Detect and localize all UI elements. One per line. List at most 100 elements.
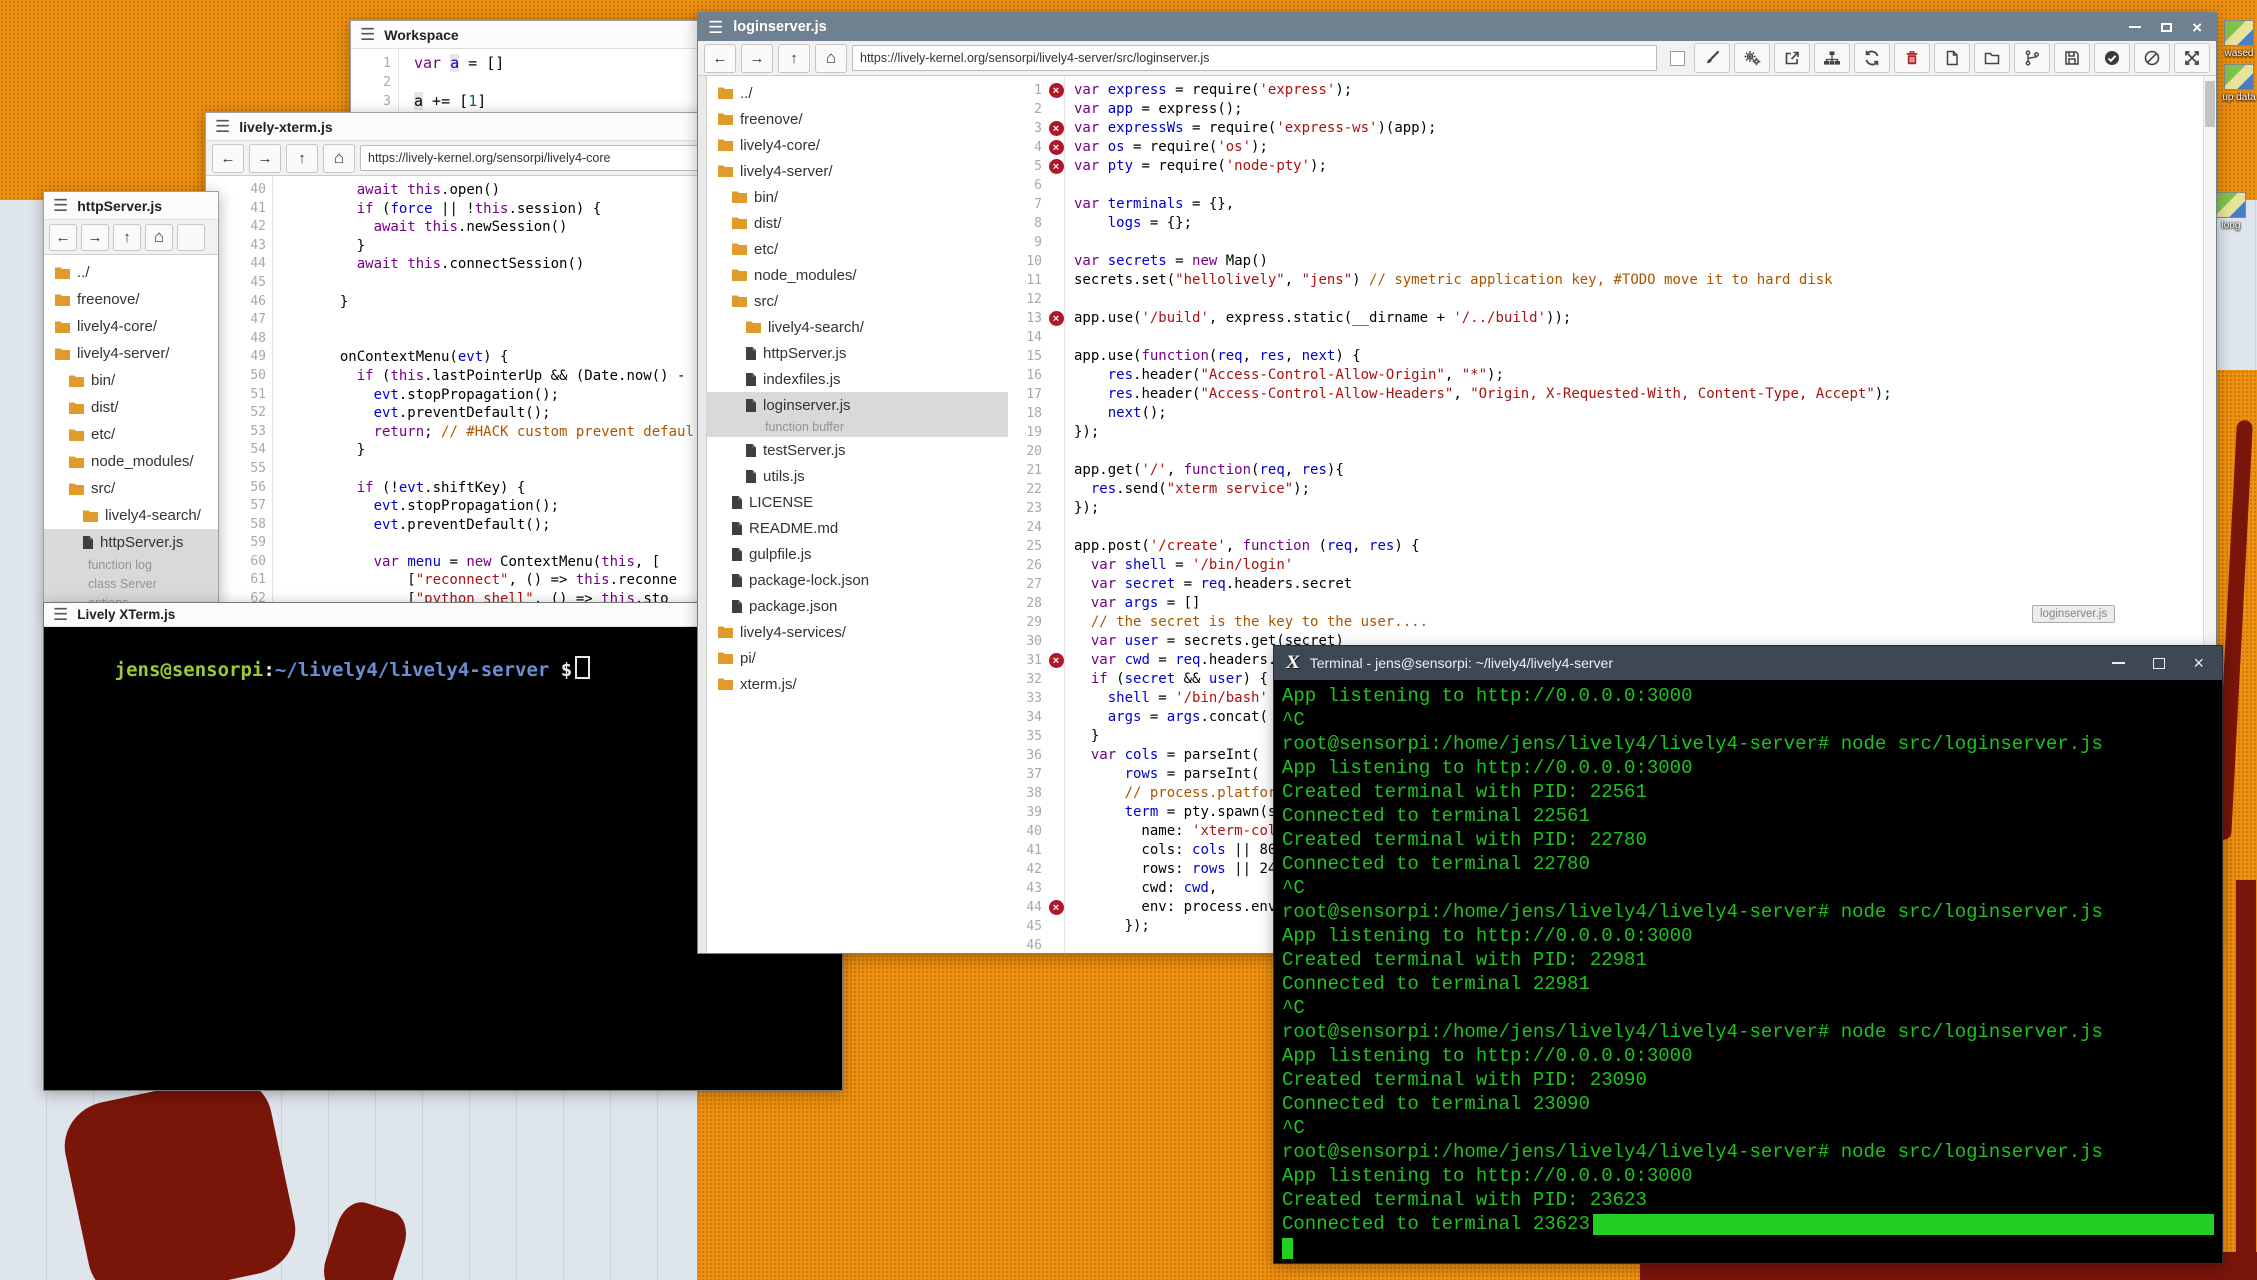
tree-item-httpserver-js[interactable]: httpServer.js [707, 340, 1008, 366]
desktop-icon[interactable]: up data [2222, 64, 2256, 103]
open-external-button[interactable] [1774, 43, 1810, 73]
tree-item-gulpfile-js[interactable]: gulpfile.js [707, 541, 1008, 567]
tree-item-loginserver-js[interactable]: loginserver.js [707, 392, 1008, 418]
toolbar-checkbox[interactable] [1670, 51, 1685, 66]
tree-item-lively4-server[interactable]: lively4-server/ [44, 340, 218, 367]
cancel-button[interactable] [2134, 43, 2170, 73]
tree-item-sublabel[interactable]: function log [44, 556, 218, 575]
minimize-icon[interactable] [2112, 662, 2125, 664]
menu-icon[interactable]: ☰ [53, 606, 68, 623]
accept-button[interactable] [2094, 43, 2130, 73]
tree-item-lively4-search[interactable]: lively4-search/ [707, 314, 1008, 340]
error-marker-icon[interactable]: × [1049, 900, 1064, 915]
tree-item-freenove[interactable]: freenove/ [44, 286, 218, 313]
error-marker-icon[interactable]: × [1049, 159, 1064, 174]
lively-xterm-code-editor[interactable]: 40 await this.open()41 if (force || !thi… [206, 176, 766, 604]
tree-item-package-lock-json[interactable]: package-lock.json [707, 567, 1008, 593]
home-button[interactable]: ⌂ [145, 224, 173, 251]
tree-item-src[interactable]: src/ [44, 475, 218, 502]
delete-button[interactable] [1894, 43, 1930, 73]
tree-item-lively4-server[interactable]: lively4-server/ [707, 158, 1008, 184]
line-number: 15 [1008, 347, 1047, 366]
up-button[interactable]: ↑ [778, 44, 810, 73]
tree-item-testserver-js[interactable]: testServer.js [707, 437, 1008, 463]
tree-item-package-json[interactable]: package.json [707, 593, 1008, 619]
forward-button[interactable]: → [741, 44, 773, 73]
scrollbar-thumb[interactable] [2205, 81, 2215, 127]
save-button[interactable] [2054, 43, 2090, 73]
new-folder-button[interactable] [1974, 43, 2010, 73]
tree-item-label: README.md [749, 520, 838, 537]
close-icon[interactable]: × [2193, 654, 2204, 672]
tree-item-[interactable]: ../ [44, 259, 218, 286]
tree-item-etc[interactable]: etc/ [44, 421, 218, 448]
window-title: httpServer.js [77, 198, 162, 214]
tree-item-indexfiles-js[interactable]: indexfiles.js [707, 366, 1008, 392]
tree-item-xterm-js[interactable]: xterm.js/ [707, 671, 1008, 697]
forward-button[interactable]: → [249, 144, 281, 173]
tree-item-bin[interactable]: bin/ [707, 184, 1008, 210]
new-file-button[interactable] [1934, 43, 1970, 73]
sitemap-button[interactable] [1814, 43, 1850, 73]
terminal-titlebar[interactable]: X Terminal - jens@sensorpi: ~/lively4/li… [1274, 646, 2222, 680]
back-button[interactable]: ← [704, 44, 736, 73]
desktop-icon[interactable]: wased [2222, 20, 2256, 59]
terminal-screen[interactable]: App listening to http://0.0.0.0:3000^Cro… [1274, 680, 2222, 1263]
tree-item-dist[interactable]: dist/ [707, 210, 1008, 236]
maximize-icon[interactable] [2161, 23, 2172, 32]
beautify-button[interactable] [1694, 43, 1730, 73]
back-button[interactable]: ← [49, 224, 77, 251]
terminal-line: App listening to http://0.0.0.0:3000 [1282, 756, 2214, 780]
tree-item-httpserver-js[interactable]: httpServer.js [44, 529, 218, 556]
desktop-icon[interactable]: long [2214, 192, 2248, 231]
tree-scrollbar[interactable] [698, 76, 707, 953]
back-button[interactable]: ← [212, 144, 244, 173]
menu-icon[interactable]: ☰ [360, 26, 375, 43]
maximize-icon[interactable] [2153, 658, 2165, 669]
tree-item-lively4-services[interactable]: lively4-services/ [707, 619, 1008, 645]
tree-item-sublabel[interactable]: class Server [44, 575, 218, 594]
tree-item-bin[interactable]: bin/ [44, 367, 218, 394]
menu-icon[interactable]: ☰ [215, 118, 230, 135]
up-button[interactable]: ↑ [113, 224, 141, 251]
menu-icon[interactable]: ☰ [708, 19, 723, 36]
tree-item-label: package-lock.json [749, 572, 869, 589]
error-marker-icon[interactable]: × [1049, 121, 1064, 136]
tree-item-utils-js[interactable]: utils.js [707, 463, 1008, 489]
loginserver-titlebar[interactable]: ☰ loginserver.js × [698, 13, 2216, 41]
settings-button[interactable] [1734, 43, 1770, 73]
tree-item-sublabel[interactable]: function buffer [707, 418, 1008, 437]
tree-item-etc[interactable]: etc/ [707, 236, 1008, 262]
tree-item-node-modules[interactable]: node_modules/ [707, 262, 1008, 288]
tree-item-freenove[interactable]: freenove/ [707, 106, 1008, 132]
tree-item-readme-md[interactable]: README.md [707, 515, 1008, 541]
home-button[interactable]: ⌂ [323, 144, 355, 173]
httpserver-titlebar[interactable]: ☰ httpServer.js [44, 192, 218, 220]
tree-item-lively4-search[interactable]: lively4-search/ [44, 502, 218, 529]
error-marker-icon[interactable]: × [1049, 653, 1064, 668]
forward-button[interactable]: → [81, 224, 109, 251]
tree-item-dist[interactable]: dist/ [44, 394, 218, 421]
tree-item-[interactable]: ../ [707, 80, 1008, 106]
tree-item-lively4-core[interactable]: lively4-core/ [707, 132, 1008, 158]
tree-item-lively4-core[interactable]: lively4-core/ [44, 313, 218, 340]
tree-item-node-modules[interactable]: node_modules/ [44, 448, 218, 475]
versions-button[interactable] [2014, 43, 2050, 73]
menu-icon[interactable]: ☰ [53, 197, 68, 214]
url-input[interactable] [852, 45, 1657, 71]
error-marker-icon[interactable]: × [1049, 83, 1064, 98]
up-button[interactable]: ↑ [286, 144, 318, 173]
tree-item-pi[interactable]: pi/ [707, 645, 1008, 671]
home-button[interactable]: ⌂ [815, 44, 847, 73]
minimize-icon[interactable] [2129, 26, 2141, 28]
error-marker-icon[interactable]: × [1049, 311, 1064, 326]
lively-xterm-titlebar[interactable]: ☰ lively-xterm.js [206, 113, 766, 141]
clipped-toolbar-button[interactable] [177, 224, 205, 251]
code-text: if (force || !this.session) { [289, 200, 601, 219]
refresh-button[interactable] [1854, 43, 1890, 73]
tree-item-license[interactable]: LICENSE [707, 489, 1008, 515]
close-icon[interactable]: × [2192, 19, 2202, 36]
fullscreen-button[interactable] [2174, 43, 2210, 73]
error-marker-icon[interactable]: × [1049, 140, 1064, 155]
tree-item-src[interactable]: src/ [707, 288, 1008, 314]
